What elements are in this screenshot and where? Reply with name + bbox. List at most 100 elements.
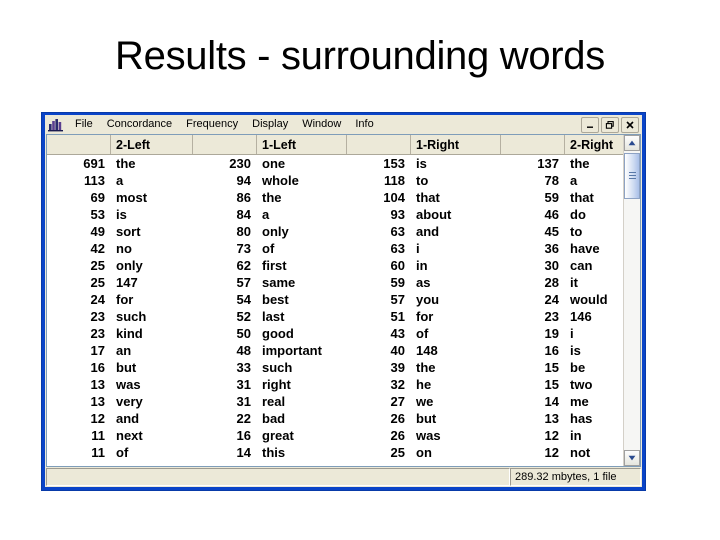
- cell-word-2right: a: [570, 173, 578, 188]
- table-row[interactable]: 49 sort 80 only 63 and 45 to: [47, 223, 623, 240]
- cell-word-2left: such: [116, 309, 147, 324]
- cell-count-2left: 17: [90, 343, 105, 358]
- table-row[interactable]: 16 but 33 such 39 the 15 be: [47, 359, 623, 376]
- table-row[interactable]: 11 of 14 this 25 on 12 not: [47, 444, 623, 461]
- cell-count-2right: 30: [544, 258, 559, 273]
- cell-word-2left: very: [116, 394, 143, 409]
- cell-count-2left: 23: [90, 326, 105, 341]
- cell-count-1left: 54: [236, 292, 251, 307]
- table-row[interactable]: 25 only 62 first 60 in 30 can: [47, 257, 623, 274]
- menu-item-frequency[interactable]: Frequency: [179, 117, 245, 133]
- scrollbar-track[interactable]: [624, 151, 640, 450]
- cell-word-1right: but: [416, 411, 437, 426]
- cell-word-2right: 146: [570, 309, 592, 324]
- cell-count-1right: 104: [383, 190, 405, 205]
- column-header-count-2right[interactable]: [501, 135, 565, 154]
- table-row[interactable]: 24 for 54 best 57 you 24 would: [47, 291, 623, 308]
- table-row[interactable]: 69 most 86 the 104 that 59 that: [47, 189, 623, 206]
- cell-word-1right: on: [416, 445, 432, 460]
- cell-word-2right: to: [570, 224, 583, 239]
- table-row[interactable]: 691 the 230 one 153 is 137 the: [47, 155, 623, 172]
- cell-count-1left: 48: [236, 343, 251, 358]
- cell-word-1left: great: [262, 428, 294, 443]
- cell-word-2right: i: [570, 326, 574, 341]
- cell-word-2right: two: [570, 377, 593, 392]
- column-header-1-left[interactable]: 1-Left: [257, 135, 347, 154]
- table-row[interactable]: 25 147 57 same 59 as 28 it: [47, 274, 623, 291]
- table-row[interactable]: 11 next 16 great 26 was 12 in: [47, 427, 623, 444]
- cell-count-1right: 39: [390, 360, 405, 375]
- cell-count-1right: 43: [390, 326, 405, 341]
- column-header-2-left[interactable]: 2-Left: [111, 135, 193, 154]
- cell-count-1left: 31: [236, 394, 251, 409]
- column-header-count-2left[interactable]: [47, 135, 111, 154]
- cell-count-1right: 51: [390, 309, 405, 324]
- cell-count-1right: 59: [390, 275, 405, 290]
- status-pane-file-info: 289.32 mbytes, 1 file: [510, 468, 641, 486]
- cell-count-1right: 32: [390, 377, 405, 392]
- table-row[interactable]: 12 and 22 bad 26 but 13 has: [47, 410, 623, 427]
- cell-count-2right: 14: [544, 394, 559, 409]
- menu-item-file[interactable]: File: [68, 117, 100, 133]
- cell-word-1right: 148: [416, 343, 438, 358]
- cell-word-2right: it: [570, 275, 578, 290]
- cell-count-2right: 59: [544, 190, 559, 205]
- cell-word-1left: last: [262, 309, 285, 324]
- window-controls: [581, 116, 641, 133]
- cell-word-1right: as: [416, 275, 431, 290]
- menu-item-window[interactable]: Window: [295, 117, 348, 133]
- menu-item-concordance[interactable]: Concordance: [100, 117, 179, 133]
- cell-count-1left: 230: [229, 156, 251, 171]
- cell-count-2left: 25: [90, 275, 105, 290]
- cell-count-2left: 24: [90, 292, 105, 307]
- cell-count-2left: 12: [90, 411, 105, 426]
- cell-word-1left: first: [262, 258, 287, 273]
- table-scroll-wrapper: 2-Left 1-Left 1-Right 2-Right 691 the 230 o…: [47, 135, 640, 466]
- scrollbar-thumb[interactable]: [624, 153, 640, 199]
- cell-word-1left: of: [262, 241, 275, 256]
- cell-word-1left: right: [262, 377, 291, 392]
- table-row[interactable]: 23 kind 50 good 43 of 19 i: [47, 325, 623, 342]
- cell-word-1right: to: [416, 173, 429, 188]
- cell-count-2right: 45: [544, 224, 559, 239]
- cell-count-1left: 73: [236, 241, 251, 256]
- cell-count-2right: 23: [544, 309, 559, 324]
- menu-item-display[interactable]: Display: [245, 117, 295, 133]
- cell-count-1right: 63: [390, 224, 405, 239]
- column-header-count-1right[interactable]: [347, 135, 411, 154]
- cell-word-1left: same: [262, 275, 296, 290]
- cell-word-2right: be: [570, 360, 586, 375]
- table-row[interactable]: 17 an 48 important 40 148 16 is: [47, 342, 623, 359]
- cell-count-2right: 24: [544, 292, 559, 307]
- cell-word-1left: good: [262, 326, 294, 341]
- cell-word-2left: the: [116, 156, 136, 171]
- cell-count-1right: 153: [383, 156, 405, 171]
- cell-word-2right: would: [570, 292, 608, 307]
- close-icon[interactable]: [621, 116, 639, 133]
- cell-word-2left: most: [116, 190, 148, 205]
- cell-count-2left: 11: [91, 445, 105, 460]
- column-header-1-right[interactable]: 1-Right: [411, 135, 501, 154]
- cell-count-2left: 691: [83, 156, 105, 171]
- scroll-down-arrow[interactable]: [624, 450, 640, 466]
- restore-icon[interactable]: [601, 116, 619, 133]
- cell-count-1left: 57: [236, 275, 251, 290]
- cell-count-1right: 27: [390, 394, 405, 409]
- table-row[interactable]: 13 was 31 right 32 he 15 two: [47, 376, 623, 393]
- cell-count-1left: 22: [236, 411, 251, 426]
- table-row[interactable]: 42 no 73 of 63 i 36 have: [47, 240, 623, 257]
- minimize-icon[interactable]: [581, 116, 599, 133]
- menu-item-info[interactable]: Info: [348, 117, 380, 133]
- table-row[interactable]: 13 very 31 real 27 we 14 me: [47, 393, 623, 410]
- column-header-count-1left[interactable]: [193, 135, 257, 154]
- cell-word-1left: this: [262, 445, 286, 460]
- cell-word-1right: he: [416, 377, 432, 392]
- table-row[interactable]: 113 a 94 whole 118 to 78 a: [47, 172, 623, 189]
- table-row[interactable]: 53 is 84 a 93 about 46 do: [47, 206, 623, 223]
- scroll-up-arrow[interactable]: [624, 135, 640, 151]
- cell-count-1left: 14: [236, 445, 251, 460]
- vertical-scrollbar[interactable]: [623, 135, 640, 466]
- cell-word-1left: important: [262, 343, 322, 358]
- table-row[interactable]: 23 such 52 last 51 for 23 146: [47, 308, 623, 325]
- cell-count-1left: 31: [236, 377, 251, 392]
